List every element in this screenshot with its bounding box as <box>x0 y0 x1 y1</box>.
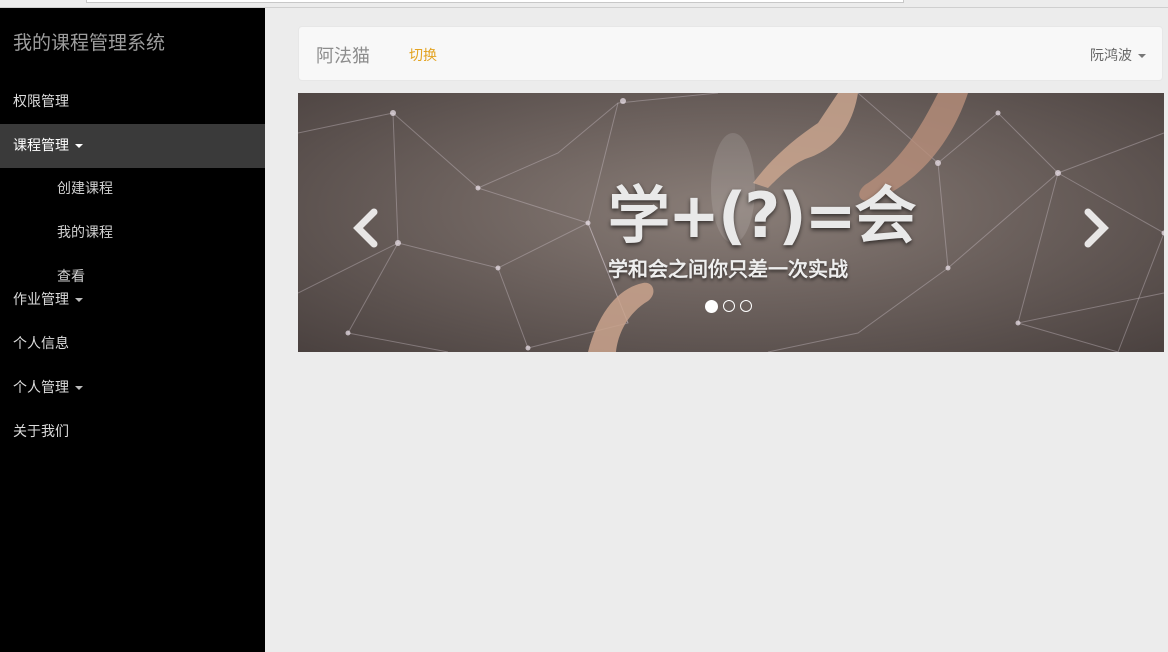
carousel-indicator-1[interactable] <box>705 299 718 313</box>
sidebar-item-courses[interactable]: 课程管理 <box>0 124 265 168</box>
caret-down-icon <box>1138 54 1146 58</box>
submenu-item-my-courses[interactable]: 我的课程 <box>57 223 113 243</box>
sidebar-item-label: 关于我们 <box>13 424 69 440</box>
sidebar-item-personal-management[interactable]: 个人管理 <box>0 366 265 410</box>
app-brand[interactable]: 我的课程管理系统 <box>13 28 165 55</box>
carousel-indicator-2[interactable] <box>723 300 735 312</box>
chevron-left-icon <box>353 208 378 248</box>
sidebar-item-about[interactable]: 关于我们 <box>0 410 265 454</box>
user-menu[interactable]: 阮鸿波 <box>1090 45 1146 65</box>
carousel: 学+(?)=会 学和会之间你只差一次实战 <box>298 93 1164 352</box>
caret-down-icon <box>75 144 83 148</box>
sidebar-item-label: 个人信息 <box>13 336 69 352</box>
sidebar: 我的课程管理系统 权限管理 课程管理 创建课程 我的课程 查看 作业管理 个人信… <box>0 8 265 652</box>
slide-headline: 学+(?)=会 <box>608 179 917 252</box>
sidebar-item-profile[interactable]: 个人信息 <box>0 322 265 366</box>
sidebar-item-permissions[interactable]: 权限管理 <box>0 80 265 124</box>
sidebar-item-homework[interactable]: 作业管理 <box>0 278 265 322</box>
user-name: 阮鸿波 <box>1090 48 1132 64</box>
page-title[interactable]: 阿法猫 <box>316 42 370 68</box>
top-navbar: 阿法猫 切换 阮鸿波 <box>298 26 1163 81</box>
carousel-indicator-3[interactable] <box>740 300 752 312</box>
chevron-right-icon <box>1084 208 1109 248</box>
address-bar-edge[interactable] <box>86 0 904 3</box>
sidebar-item-label: 个人管理 <box>13 380 69 396</box>
caret-down-icon <box>75 298 83 302</box>
sidebar-item-label: 课程管理 <box>13 138 69 154</box>
carousel-prev-button[interactable] <box>346 203 386 253</box>
slide-subtitle: 学和会之间你只差一次实战 <box>608 257 848 281</box>
sidebar-item-label: 作业管理 <box>13 292 69 308</box>
submenu-item-create-course[interactable]: 创建课程 <box>57 179 113 199</box>
carousel-next-button[interactable] <box>1076 203 1116 253</box>
switch-link[interactable]: 切换 <box>409 45 437 65</box>
carousel-indicators <box>705 299 752 313</box>
sidebar-item-label: 权限管理 <box>13 94 69 110</box>
browser-chrome-strip <box>0 0 1168 8</box>
caret-down-icon <box>75 386 83 390</box>
